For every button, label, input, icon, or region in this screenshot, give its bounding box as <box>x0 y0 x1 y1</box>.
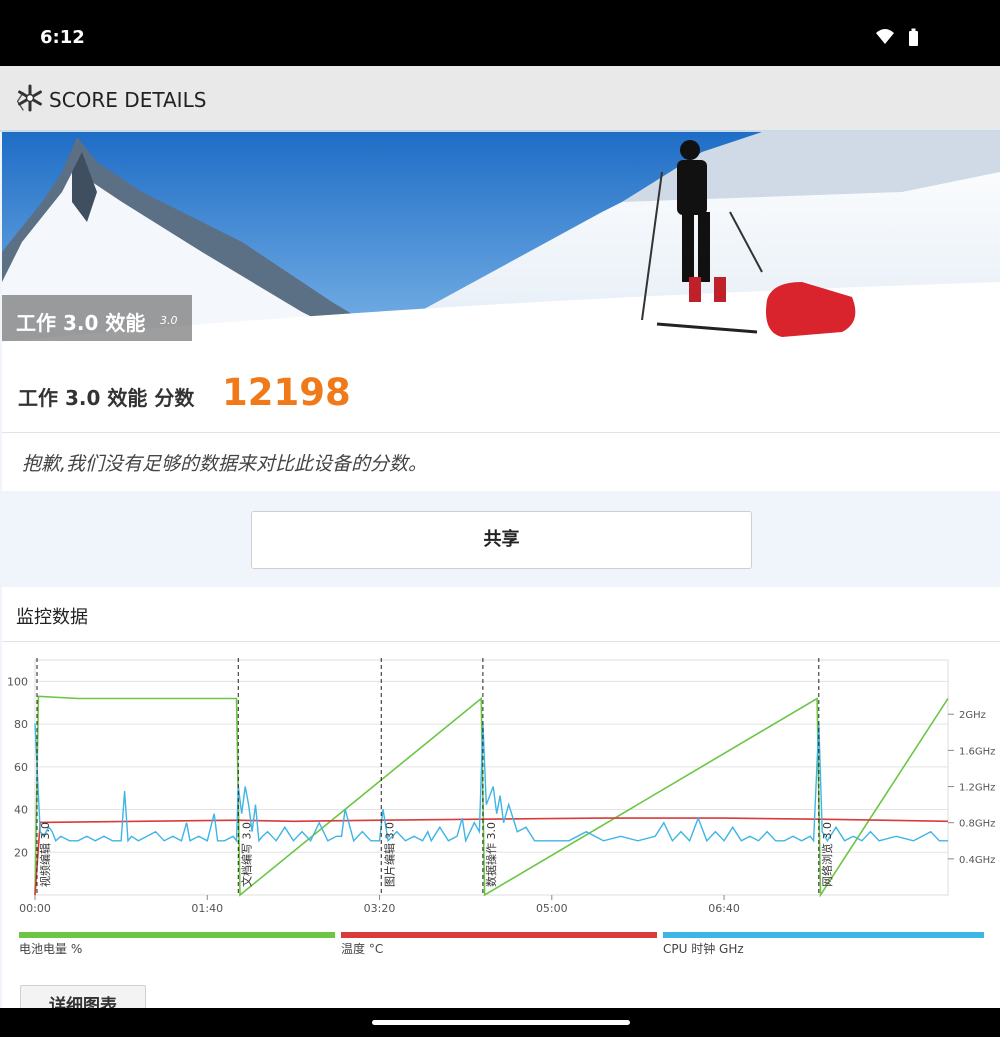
legend-bar-cpu <box>663 932 984 938</box>
battery-icon <box>909 31 918 46</box>
x-tick-label: 00:00 <box>19 902 51 915</box>
y-tick-label: 40 <box>14 804 28 817</box>
monitoring-title: 监控数据 <box>16 607 88 628</box>
wifi-icon <box>876 29 894 44</box>
monitoring-chart: 100 80 60 40 20 2GHz 1.6GHz 1.2GHz 0.8GHz 0.4GHz 0… <box>7 658 995 915</box>
y2-tick-label: 1.6GHz <box>959 746 995 757</box>
status-icons <box>876 28 918 46</box>
y2-tick-label: 1.2GHz <box>959 783 995 794</box>
x-tick-label: 03:20 <box>364 902 396 915</box>
segment-label: 网络浏览 3.0 <box>820 822 834 887</box>
x-tick-label: 01:40 <box>191 902 223 915</box>
divider <box>2 432 1000 433</box>
snowflake-icon <box>18 84 42 112</box>
share-button[interactable]: 共享 <box>251 511 752 569</box>
hero-version: 3.0 <box>160 314 178 327</box>
app-bar: 〈 SCORE DETAILS <box>0 66 1000 132</box>
segment-label: 图片编辑 3.0 <box>382 822 396 887</box>
navigation-bar <box>0 1008 1000 1037</box>
status-time: 6:12 <box>40 27 85 48</box>
status-bar: 6:12 <box>0 0 1000 66</box>
y2-tick-label: 2GHz <box>959 710 986 721</box>
legend-bar-temperature <box>341 932 657 938</box>
y-tick-label: 100 <box>7 675 28 688</box>
home-gesture-handle[interactable] <box>372 1020 630 1025</box>
x-tick-label: 06:40 <box>708 902 740 915</box>
x-tick-label: 05:00 <box>536 902 568 915</box>
score-value: 12198 <box>222 371 351 414</box>
y2-tick-label: 0.8GHz <box>959 819 995 830</box>
score-label: 工作 3.0 效能 分数 <box>18 386 195 410</box>
page-title: SCORE DETAILS <box>49 88 207 112</box>
monitoring-card: 监控数据 100 80 60 40 20 2GHz 1.6GHz 1.2GHz 0.8GHz 0.… <box>2 587 1000 1027</box>
y-tick-label: 60 <box>14 761 28 774</box>
legend-bar-battery <box>19 932 335 938</box>
y2-tick-label: 0.4GHz <box>959 855 995 866</box>
score-note: 抱歉,我们没有足够的数据来对比此设备的分数。 <box>22 453 428 475</box>
hero-label: 工作 3.0 效能 3.0 <box>2 295 192 341</box>
legend-label-battery: 电池电量 % <box>19 942 83 956</box>
score-card: 工作 3.0 效能 分数 12198 抱歉,我们没有足够的数据来对比此设备的分数… <box>2 355 1000 491</box>
segment-label: 文档编写 3.0 <box>239 822 253 887</box>
hero-banner: 工作 3.0 效能 3.0 <box>2 132 1000 355</box>
segment-label: 视频编辑 3.0 <box>38 822 52 887</box>
segment-label: 数据操作 3.0 <box>484 822 498 887</box>
legend-label-cpu: CPU 时钟 GHz <box>663 942 744 956</box>
y-tick-label: 80 <box>14 718 28 731</box>
y-tick-label: 20 <box>14 846 28 859</box>
divider <box>2 641 1000 642</box>
legend-label-temperature: 温度 °C <box>341 942 384 956</box>
hero-title: 工作 3.0 效能 <box>16 311 146 335</box>
